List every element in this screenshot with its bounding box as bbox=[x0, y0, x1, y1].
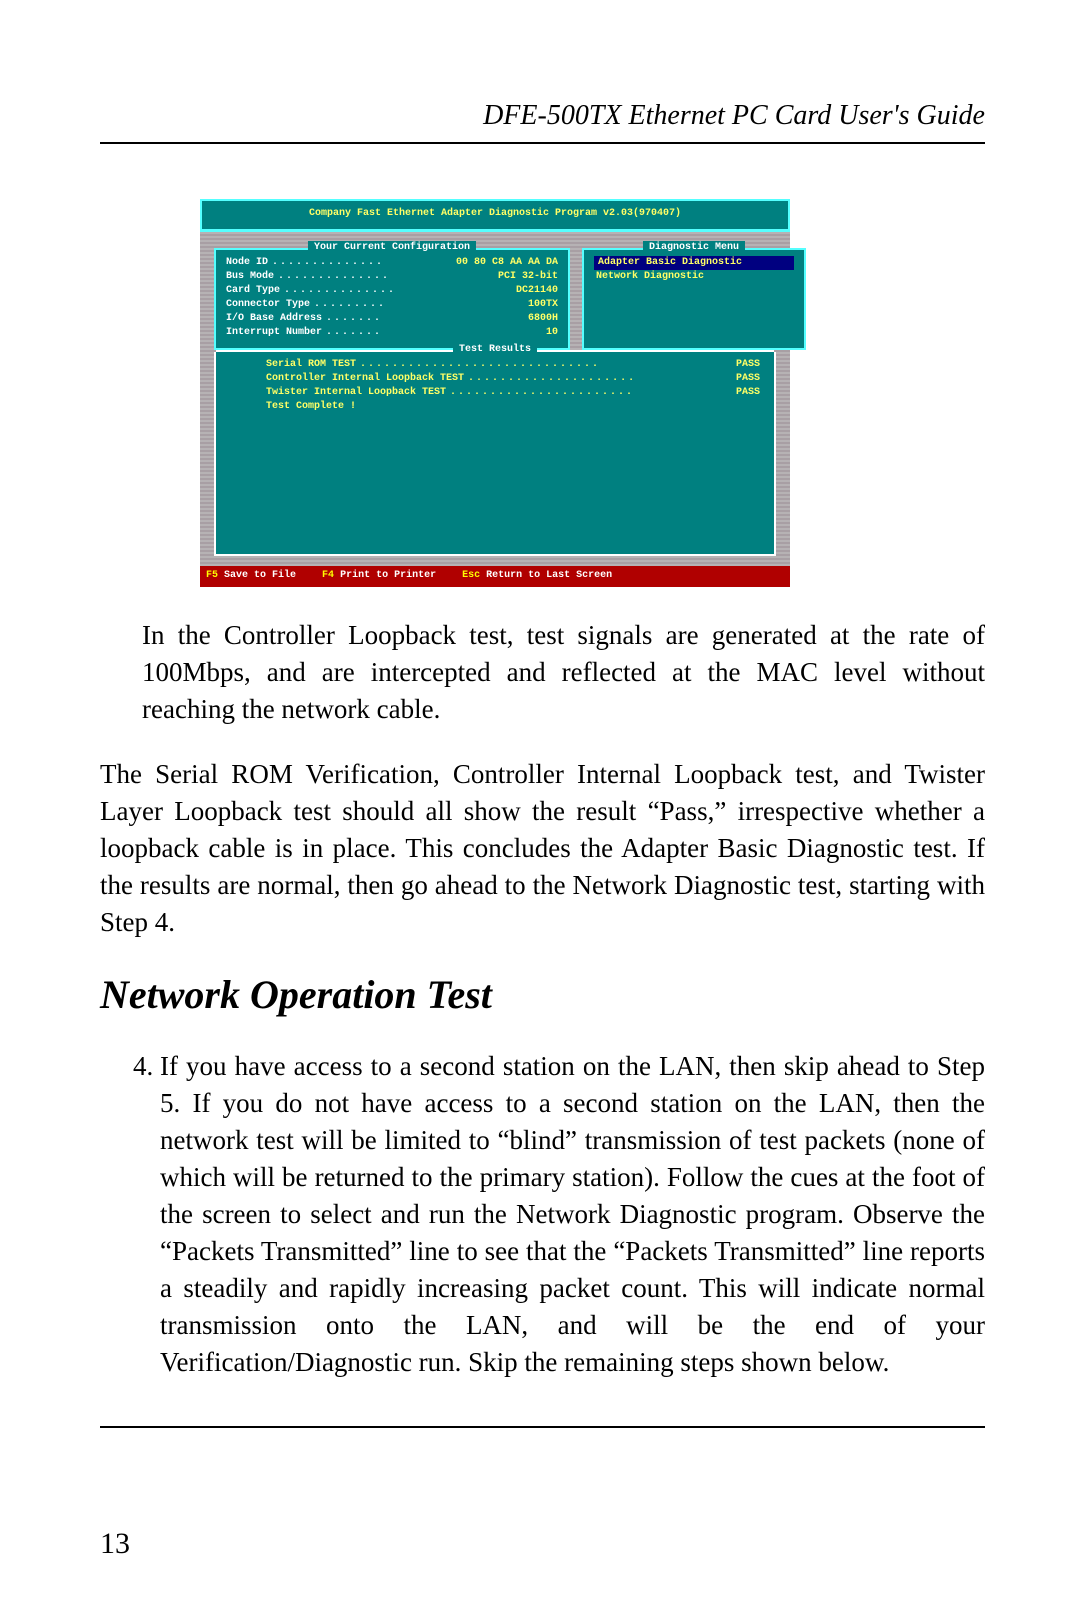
hotkey-save[interactable]: F5 Save to File bbox=[206, 569, 296, 583]
test-name: Twister Internal Loopback TEST bbox=[266, 386, 446, 400]
dos-screenshot: Company Fast Ethernet Adapter Diagnostic… bbox=[200, 199, 790, 587]
test-status: PASS bbox=[736, 372, 760, 386]
step-4: If you have access to a second station o… bbox=[160, 1048, 985, 1381]
hotkey-esc[interactable]: Esc Return to Last Screen bbox=[462, 569, 612, 583]
section-heading-network-operation-test: Network Operation Test bbox=[100, 971, 985, 1018]
cfg-label: I/O Base Address bbox=[226, 312, 322, 326]
cfg-label: Interrupt Number bbox=[226, 326, 322, 340]
page-number: 13 bbox=[100, 1527, 130, 1561]
test-results-box: Test Results Serial ROM TEST............… bbox=[214, 352, 776, 556]
test-name: Controller Internal Loopback TEST bbox=[266, 372, 464, 386]
test-status: PASS bbox=[736, 358, 760, 372]
hotkey-print[interactable]: F4 Print to Printer bbox=[322, 569, 436, 583]
cfg-value: PCI 32-bit bbox=[498, 270, 558, 284]
cfg-label: Connector Type bbox=[226, 298, 310, 312]
test-name: Serial ROM TEST bbox=[266, 358, 356, 372]
diagnostic-menu-title: Diagnostic Menu bbox=[643, 241, 745, 255]
cfg-value: 100TX bbox=[528, 298, 558, 312]
footer-rule bbox=[100, 1426, 985, 1428]
test-status: PASS bbox=[736, 386, 760, 400]
dos-title-bar: Company Fast Ethernet Adapter Diagnostic… bbox=[200, 199, 790, 232]
test-complete: Test Complete ! bbox=[266, 400, 760, 414]
diagnostic-menu-box: Diagnostic Menu Adapter Basic Diagnostic… bbox=[582, 248, 806, 350]
cfg-value: DC21140 bbox=[516, 284, 558, 298]
dos-body: Your Current Configuration Node ID......… bbox=[200, 232, 790, 566]
cfg-label: Card Type bbox=[226, 284, 280, 298]
menu-item-network[interactable]: Network Diagnostic bbox=[594, 270, 794, 284]
config-box: Your Current Configuration Node ID......… bbox=[214, 248, 570, 350]
menu-item-adapter-basic[interactable]: Adapter Basic Diagnostic bbox=[594, 256, 794, 270]
config-box-title: Your Current Configuration bbox=[308, 241, 476, 255]
cfg-value: 00 80 C8 AA AA DA bbox=[456, 256, 558, 270]
cfg-label: Node ID bbox=[226, 256, 268, 270]
body-paragraph-1: In the Controller Loopback test, test si… bbox=[142, 617, 985, 728]
test-results-title: Test Results bbox=[453, 343, 537, 357]
step-list: If you have access to a second station o… bbox=[100, 1048, 985, 1381]
cfg-label: Bus Mode bbox=[226, 270, 274, 284]
header-rule bbox=[100, 142, 985, 144]
cfg-value: 6800H bbox=[528, 312, 558, 326]
running-head: DFE-500TX Ethernet PC Card User's Guide bbox=[100, 100, 985, 142]
dos-status-bar: F5 Save to File F4 Print to Printer Esc … bbox=[200, 566, 790, 587]
cfg-value: 10 bbox=[546, 326, 558, 340]
body-paragraph-2: The Serial ROM Verification, Controller … bbox=[100, 756, 985, 941]
